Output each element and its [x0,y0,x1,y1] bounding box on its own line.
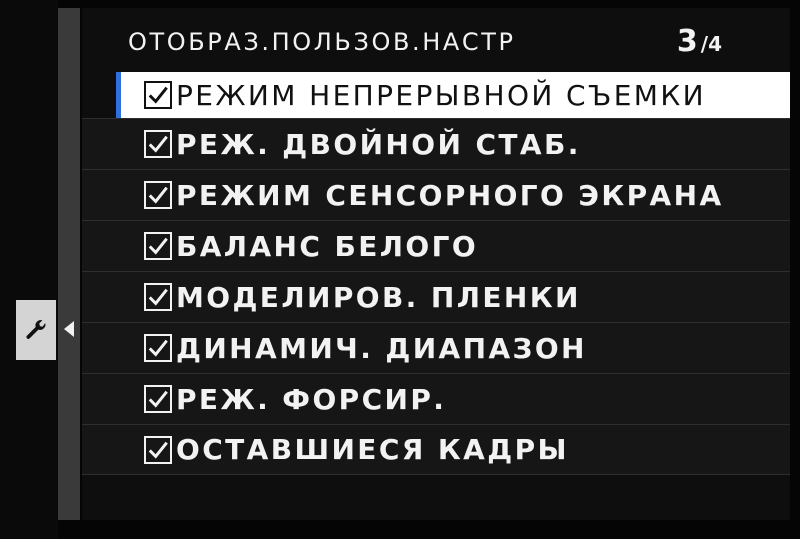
menu-item-frames-remaining[interactable]: ОСТАВШИЕСЯ КАДРЫ [82,424,790,475]
page-indicator: 3/4 [677,24,722,59]
menu-item-label: РЕЖИМ НЕПРЕРЫВНОЙ СЪЕМКИ [176,78,706,112]
menu-item-dual-is[interactable]: РЕЖ. ДВОЙНОЙ СТАБ. [82,118,790,169]
menu-item-label: РЕЖ. ФОРСИР. [176,382,447,416]
page-separator: / [700,32,709,56]
check-icon [148,441,168,459]
checkbox[interactable] [144,130,172,158]
menu-panel: ОТОБРАЗ.ПОЛЬЗОВ.НАСТР 3/4 РЕЖИМ НЕПРЕРЫВ… [82,8,790,520]
menu-item-continuous-shooting[interactable]: РЕЖИМ НЕПРЕРЫВНОЙ СЪЕМКИ [82,72,790,118]
page-current: 3 [676,24,698,59]
checkbox[interactable] [144,232,172,260]
menu-item-dynamic-range[interactable]: ДИНАМИЧ. ДИАПАЗОН [82,322,790,373]
check-icon [148,237,168,255]
menu-list: РЕЖИМ НЕПРЕРЫВНОЙ СЪЕМКИ РЕЖ. ДВОЙНОЙ СТ… [82,72,790,475]
check-icon [148,339,168,357]
menu-item-boost-mode[interactable]: РЕЖ. ФОРСИР. [82,373,790,424]
wrench-icon [26,320,46,339]
checkbox[interactable] [144,81,172,109]
checkbox[interactable] [144,385,172,413]
page-total: 4 [708,32,722,56]
check-icon [148,186,168,204]
left-rail [0,0,58,539]
rail-stripe [58,8,80,520]
collapse-arrow-icon[interactable] [64,321,74,337]
menu-item-touch-screen[interactable]: РЕЖИМ СЕНСОРНОГО ЭКРАНА [82,169,790,220]
setup-tab[interactable] [16,300,56,360]
menu-title: ОТОБРАЗ.ПОЛЬЗОВ.НАСТР [128,28,516,56]
check-icon [148,390,168,408]
menu-item-label: РЕЖИМ СЕНСОРНОГО ЭКРАНА [176,178,724,212]
menu-item-label: ОСТАВШИЕСЯ КАДРЫ [176,433,569,466]
check-icon [148,288,168,306]
menu-header: ОТОБРАЗ.ПОЛЬЗОВ.НАСТР 3/4 [82,8,790,72]
selection-indicator [116,72,121,118]
menu-item-label: РЕЖ. ДВОЙНОЙ СТАБ. [176,127,581,161]
checkbox[interactable] [144,334,172,362]
menu-item-label: ДИНАМИЧ. ДИАПАЗОН [176,331,587,365]
menu-item-label: БАЛАНС БЕЛОГО [176,229,479,263]
row-gap [82,72,116,118]
camera-menu-screen: ОТОБРАЗ.ПОЛЬЗОВ.НАСТР 3/4 РЕЖИМ НЕПРЕРЫВ… [0,0,800,539]
checkbox[interactable] [144,181,172,209]
check-icon [148,135,168,153]
menu-item-white-balance[interactable]: БАЛАНС БЕЛОГО [82,220,790,271]
checkbox[interactable] [144,435,172,464]
check-icon [148,86,168,104]
checkbox[interactable] [144,283,172,311]
menu-item-film-simulation[interactable]: МОДЕЛИРОВ. ПЛЕНКИ [82,271,790,322]
menu-item-label: МОДЕЛИРОВ. ПЛЕНКИ [176,280,581,314]
